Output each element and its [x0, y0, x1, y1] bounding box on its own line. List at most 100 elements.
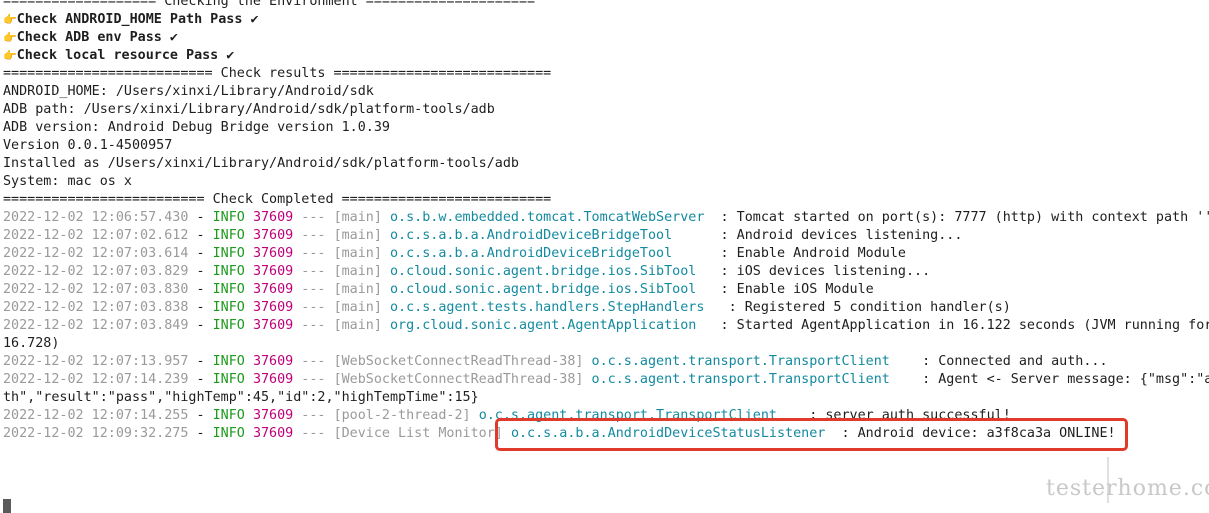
log-thread: [Device List Monitor] [333, 426, 503, 441]
terminal-line: =================== Checking the Environ… [3, 0, 1209, 11]
terminal-line: 2022-12-02 12:07:03.838 - INFO 37609 ---… [3, 300, 1011, 315]
log-level: INFO [212, 408, 245, 423]
line-text: ADB version: Android Debug Bridge versio… [3, 120, 390, 135]
terminal-line: 2022-12-02 12:07:03.614 - INFO 37609 ---… [3, 246, 906, 261]
highlight-box [495, 418, 1128, 451]
pointing-hand-icon: 👉 [3, 13, 17, 26]
log-pid: 37609 [252, 408, 294, 423]
log-level: INFO [212, 318, 245, 333]
log-pid: 37609 [252, 354, 294, 369]
log-pid: 37609 [252, 426, 294, 441]
pointing-hand-icon: 👉 [3, 31, 17, 44]
log-timestamp: 2022-12-02 12:07:13.957 [3, 354, 189, 369]
log-thread: [WebSocketConnectReadThread-38] [333, 372, 584, 387]
log-separator: --- [293, 210, 334, 225]
log-logger: o.c.s.agent.tests.handlers.StepHandlers [390, 300, 729, 315]
log-thread: [main] [333, 318, 382, 333]
log-level: INFO [212, 264, 245, 279]
log-message: : Agent <- Server message: {"msg":"au [922, 372, 1209, 387]
terminal-line: 2022-12-02 12:07:02.612 - INFO 37609 ---… [3, 228, 963, 243]
log-timestamp: 2022-12-02 12:07:03.838 [3, 300, 189, 315]
log-timestamp: 2022-12-02 12:07:03.830 [3, 282, 189, 297]
log-level: INFO [212, 354, 245, 369]
line-text: ADB path: /Users/xinxi/Library/Android/s… [3, 102, 495, 117]
log-separator: --- [293, 408, 334, 423]
log-level: INFO [212, 426, 245, 441]
terminal-line: 👉Check ADB env Pass ✔ [3, 29, 1209, 47]
terminal-line: 2022-12-02 12:07:14.239 - INFO 37609 ---… [3, 371, 1209, 389]
log-separator: --- [293, 372, 334, 387]
log-logger: o.cloud.sonic.agent.bridge.ios.SibTool [390, 264, 721, 279]
check-status-text: Check local resource Pass ✔ [16, 48, 235, 63]
log-separator: --- [293, 300, 334, 315]
terminal-line: 2022-12-02 12:07:03.849 - INFO 37609 ---… [3, 317, 1209, 335]
log-logger: o.cloud.sonic.agent.bridge.ios.SibTool [390, 282, 721, 297]
log-message: : Android devices listening... [720, 228, 963, 243]
log-timestamp: 2022-12-02 12:06:57.430 [3, 210, 189, 225]
line-text: Installed as /Users/xinxi/Library/Androi… [3, 156, 519, 171]
log-timestamp: 2022-12-02 12:07:14.239 [3, 372, 189, 387]
terminal-line: 👉Check ANDROID_HOME Path Pass ✔ [3, 11, 1209, 29]
terminal-line: ANDROID_HOME: /Users/xinxi/Library/Andro… [3, 83, 1209, 101]
terminal-cursor [3, 499, 11, 513]
line-text: ========================= Check Complete… [3, 192, 552, 207]
terminal-line: Installed as /Users/xinxi/Library/Androi… [3, 155, 1209, 173]
line-text: 16.728) [3, 336, 60, 351]
log-message: : Started AgentApplication in 16.122 sec… [720, 318, 1209, 333]
log-level: INFO [212, 228, 245, 243]
line-text: =================== Checking the Environ… [3, 0, 536, 9]
terminal-output[interactable]: =================== Checking the Environ… [3, 0, 1209, 443]
log-thread: [main] [333, 282, 382, 297]
terminal-line: 2022-12-02 12:06:57.430 - INFO 37609 ---… [3, 209, 1209, 227]
log-message: : Tomcat started on port(s): 7777 (http)… [720, 210, 1209, 225]
terminal-line: ========================== Check results… [3, 65, 1209, 83]
terminal-line: 2022-12-02 12:07:03.829 - INFO 37609 ---… [3, 264, 931, 279]
line-text: Version 0.0.1-4500957 [3, 138, 173, 153]
check-status-text: Check ADB env Pass ✔ [16, 30, 178, 45]
log-thread: [pool-2-thread-2] [333, 408, 471, 423]
log-pid: 37609 [252, 282, 294, 297]
terminal-line: ADB path: /Users/xinxi/Library/Android/s… [3, 101, 1209, 119]
log-separator: --- [293, 228, 334, 243]
terminal-line: 👉Check local resource Pass ✔ [3, 47, 1209, 65]
log-logger: o.c.s.a.b.a.AndroidDeviceBridgeTool [390, 246, 721, 261]
terminal-line: ADB version: Android Debug Bridge versio… [3, 119, 1209, 137]
log-logger: o.c.s.agent.transport.TransportClient [591, 354, 923, 369]
log-pid: 37609 [252, 372, 294, 387]
log-logger: o.s.b.w.embedded.tomcat.TomcatWebServer [390, 210, 721, 225]
log-message: : Connected and auth... [922, 354, 1108, 369]
log-pid: 37609 [252, 300, 294, 315]
terminal-line: 16.728) [3, 335, 1209, 353]
line-text: ========================== Check results… [3, 66, 552, 81]
log-separator: --- [293, 354, 334, 369]
log-level: INFO [212, 282, 245, 297]
line-text: System: mac os x [3, 174, 132, 189]
log-pid: 37609 [252, 246, 294, 261]
log-timestamp: 2022-12-02 12:07:14.255 [3, 408, 189, 423]
terminal-line: Version 0.0.1-4500957 [3, 137, 1209, 155]
log-timestamp: 2022-12-02 12:07:03.614 [3, 246, 189, 261]
log-message: : iOS devices listening... [720, 264, 931, 279]
log-pid: 37609 [252, 228, 294, 243]
log-timestamp: 2022-12-02 12:07:02.612 [3, 228, 189, 243]
line-text: th","result":"pass","highTemp":45,"id":2… [3, 390, 479, 405]
log-logger: o.c.s.a.b.a.AndroidDeviceBridgeTool [390, 228, 721, 243]
check-status-text: Check ANDROID_HOME Path Pass ✔ [16, 12, 259, 27]
log-timestamp: 2022-12-02 12:09:32.275 [3, 426, 189, 441]
log-thread: [main] [333, 300, 382, 315]
log-level: INFO [212, 372, 245, 387]
pointing-hand-icon: 👉 [3, 49, 17, 62]
terminal-line: System: mac os x [3, 173, 1209, 191]
log-thread: [main] [333, 246, 382, 261]
line-text: ANDROID_HOME: /Users/xinxi/Library/Andro… [3, 84, 374, 99]
log-message: : Enable Android Module [720, 246, 906, 261]
log-pid: 37609 [252, 264, 294, 279]
log-level: INFO [212, 300, 245, 315]
log-level: INFO [212, 210, 245, 225]
log-thread: [main] [333, 264, 382, 279]
log-message: : Enable iOS Module [720, 282, 874, 297]
log-logger: org.cloud.sonic.agent.AgentApplication [390, 318, 721, 333]
log-thread: [WebSocketConnectReadThread-38] [333, 354, 584, 369]
log-pid: 37609 [252, 210, 294, 225]
terminal-line: 2022-12-02 12:07:13.957 - INFO 37609 ---… [3, 354, 1108, 369]
